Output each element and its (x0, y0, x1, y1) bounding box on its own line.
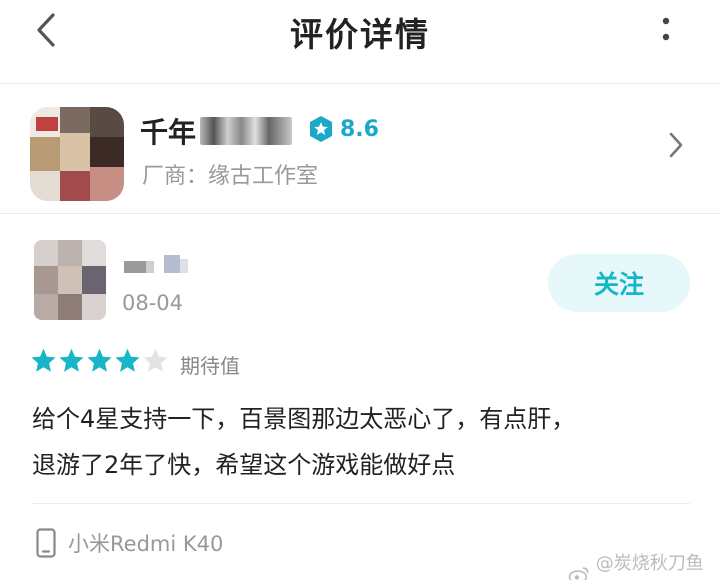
rating-stars (30, 347, 170, 374)
review-content: 给个4星支持一下，百景图那边太恶心了，有点肝， 退游了2年了快，希望这个游戏能做… (32, 396, 692, 488)
star-filled-icon (59, 348, 84, 372)
review-date: 08-04 (122, 291, 184, 315)
reviewer-name-censored (124, 255, 190, 277)
rating-label: 期待值 (180, 354, 240, 378)
more-vertical-icon (662, 17, 670, 41)
game-score: 8.6 (340, 116, 379, 142)
phone-icon (36, 528, 56, 558)
star-filled-icon (115, 348, 140, 372)
game-vendor: 厂商：缘古工作室 (142, 164, 319, 189)
star-filled-icon (87, 348, 112, 372)
review-text-line: 退游了2年了快，希望这个游戏能做好点 (32, 451, 456, 479)
top-bar: 评价详情 (0, 0, 720, 84)
section-divider (0, 213, 720, 214)
review-divider (32, 503, 690, 504)
watermark: @炭烧秋刀鱼骨 (568, 549, 720, 580)
game-score-badge: 8.6 (308, 115, 379, 143)
reviewer-avatar[interactable] (34, 240, 106, 320)
game-name: 千年 (140, 111, 293, 151)
weibo-logo-icon (568, 567, 589, 580)
star-empty-icon (143, 348, 168, 372)
watermark-text: @炭烧秋刀鱼骨 (595, 553, 704, 580)
game-name-text: 千年 (140, 116, 197, 149)
page-title: 评价详情 (290, 15, 430, 54)
device-label: 小米Redmi K40 (68, 532, 224, 556)
game-info-card[interactable]: 千年 8.6 厂商：缘古工作室 (0, 85, 720, 213)
follow-button[interactable]: 关注 (548, 254, 690, 312)
score-star-badge-icon (310, 116, 332, 142)
review-text-line: 给个4星支持一下，百景图那边太恶心了，有点肝， (32, 405, 576, 433)
chevron-right-icon (669, 132, 683, 158)
more-button[interactable] (646, 10, 686, 50)
star-filled-icon (31, 348, 56, 372)
device-info: 小米Redmi K40 (36, 528, 223, 558)
game-icon (30, 107, 124, 201)
censored-name-block (200, 117, 293, 145)
